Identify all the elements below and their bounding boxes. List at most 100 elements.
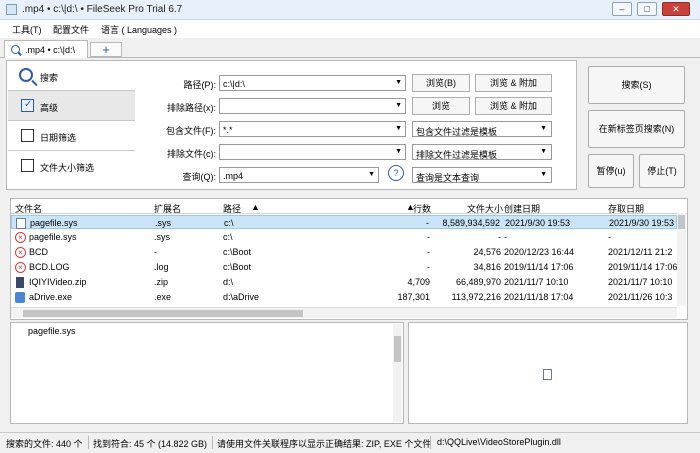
sort-up-icon: ▲ [251,202,260,212]
browse-exclude-button[interactable]: 浏览 [412,97,470,115]
size-filter-checkbox[interactable] [21,159,34,172]
table-row[interactable]: × BCD - c:\Boot 2020/12/23 16:44 2021/12/11 2… [11,245,677,259]
cell-created: 2021/11/18 17:04 [504,292,574,302]
exclude-path-input[interactable]: ▼ [219,98,406,114]
minimize-button[interactable]: – [612,2,632,16]
title-bar: .mp4 • c:\|d:\ • FileSeek Pro Trial 6.7 … [0,0,700,20]
query-input[interactable]: .mp4 ▼ [219,167,379,183]
results-horizontal-scrollbar[interactable] [11,307,677,318]
cell-created: 2021/9/30 19:53 [505,218,571,228]
col-filename[interactable]: 文件名 [15,202,42,215]
search-nav: 搜索 高级 日期筛选 文件大小筛选 [8,62,135,178]
close-button[interactable]: ✕ [662,2,690,16]
pause-button[interactable]: 暂停(u) [588,154,634,188]
cell-size: 34,816 [473,262,501,272]
status-bar: 搜索的文件: 440 个 找到符合: 45 个 (14.822 GB) 请使用文… [0,432,700,453]
scroll-thumb[interactable] [23,310,303,317]
cell-name: BCD [29,247,49,257]
cell-name: BCD.LOG [29,262,70,272]
path-label: 路径(P): [183,80,217,90]
exclude-files-input[interactable]: ▼ [219,144,406,160]
cell-accessed: 2021/11/26 10:3 [608,292,673,302]
status-divider [430,436,431,449]
table-row[interactable]: aDrive.exe .exe d:\aDrive 2021/11/18 17:04 2… [11,290,677,304]
table-row[interactable]: pagefile.sys .sys c:\ 2021/9/30 19:53 2021/9… [11,215,677,229]
stop-button[interactable]: 停止(T) [639,154,685,188]
search-button[interactable]: 搜索(S) [588,66,685,104]
chevron-down-icon: ▼ [540,125,547,132]
file-icon [543,369,552,380]
cell-lines: - [426,218,429,228]
nav-date-filter-label: 日期筛选 [40,133,77,143]
results-vertical-scrollbar[interactable] [677,213,686,306]
cell-ext: .zip [154,277,169,287]
help-icon[interactable]: ? [388,165,404,181]
include-files-input[interactable]: *.* ▼ [219,121,406,137]
query-filter-select[interactable]: 查询是文本查询 ▼ [412,167,552,183]
cell-size: 24,576 [473,247,501,257]
cell-created: 2020/12/23 16:44 [504,247,575,257]
new-tab-search-button[interactable]: 在新标签页搜索(N) [588,110,685,148]
nav-size-filter[interactable]: 文件大小筛选 [8,150,135,180]
new-tab-button[interactable]: + [90,42,122,57]
cell-lines: - [427,262,430,272]
table-row[interactable]: × pagefile.sys .sys c:\ - - - - [11,230,677,244]
cell-path: c:\Boot [223,247,252,257]
tab-search[interactable]: .mp4 • c:\|d:\ [4,40,88,58]
cell-size: - [498,232,501,242]
preview-text-pane[interactable]: pagefile.sys [10,322,404,424]
date-filter-checkbox[interactable] [21,129,34,142]
maximize-button[interactable]: □ [637,2,657,16]
include-filter-select[interactable]: 包含文件过滤是模板 ▼ [412,121,552,137]
nav-date-filter[interactable]: 日期筛选 [8,120,135,150]
window-title: .mp4 • c:\|d:\ • FileSeek Pro Trial 6.7 [22,4,183,15]
col-created[interactable]: 创建日期 [504,202,540,215]
chevron-down-icon[interactable]: ▼ [395,102,402,109]
col-extension[interactable]: 扩展名 [154,202,181,215]
cell-ext: .sys [154,232,171,242]
status-divider [212,436,213,449]
scroll-thumb[interactable] [678,215,685,229]
chevron-down-icon[interactable]: ▼ [395,148,402,155]
cell-lines: 4,709 [407,277,430,287]
chevron-down-icon[interactable]: ▼ [395,125,402,132]
browse-add-button[interactable]: 浏览 & 附加 [475,74,552,92]
menu-tools[interactable]: 工具(T) [12,23,42,36]
cell-path: d:\aDrive [223,292,260,302]
advanced-checkbox[interactable] [21,99,34,112]
cell-accessed: 2021/9/30 19:53 [609,218,675,228]
table-row[interactable]: IQIYIVideo.zip .zip d:\ 2021/11/7 10:10 2021… [11,275,677,289]
exclude-files-label: 排除文件(c): [167,149,216,159]
zip-file-icon [16,277,24,288]
nav-advanced-label: 高级 [40,103,59,113]
col-lines[interactable]: 行数 [413,202,431,215]
col-path[interactable]: 路径 [223,202,241,215]
cell-created: 2019/11/14 17:06 [504,262,574,272]
scroll-thumb[interactable] [394,336,401,362]
status-divider [88,436,89,449]
path-input[interactable]: c:\|d:\ ▼ [219,75,406,91]
nav-search[interactable]: 搜索 [8,62,135,92]
menu-profiles[interactable]: 配置文件 [53,23,89,36]
cell-name: aDrive.exe [29,292,73,302]
browse-b-button[interactable]: 浏览(B) [412,74,470,92]
table-row[interactable]: × BCD.LOG .log c:\Boot 2019/11/14 17:06 2019/… [11,260,677,274]
cell-path: c:\ [223,232,233,242]
cell-ext: .exe [154,292,172,302]
file-icon [16,218,26,229]
chevron-down-icon[interactable]: ▼ [368,171,375,178]
chevron-down-icon[interactable]: ▼ [395,79,402,86]
error-icon: × [15,262,26,273]
exclude-filter-select[interactable]: 排除文件过滤是模板 ▼ [412,144,552,160]
preview-scrollbar[interactable] [393,324,402,422]
col-accessed[interactable]: 存取日期 [608,202,644,215]
cell-ext: .sys [155,218,172,228]
nav-advanced[interactable]: 高级 [8,90,135,120]
preview-image-pane [408,322,688,424]
menu-bar: 工具(T) 配置文件 语言 ( Languages ) [0,20,700,38]
status-hint: 请使用文件关联程序以显示正确结果: ZIP, EXE 个文件 [217,439,432,449]
menu-language[interactable]: 语言 ( Languages ) [101,23,177,36]
browse-add-exclude-button[interactable]: 浏览 & 附加 [475,97,552,115]
error-icon: × [15,247,26,258]
col-size[interactable]: 文件大小 [467,202,503,215]
